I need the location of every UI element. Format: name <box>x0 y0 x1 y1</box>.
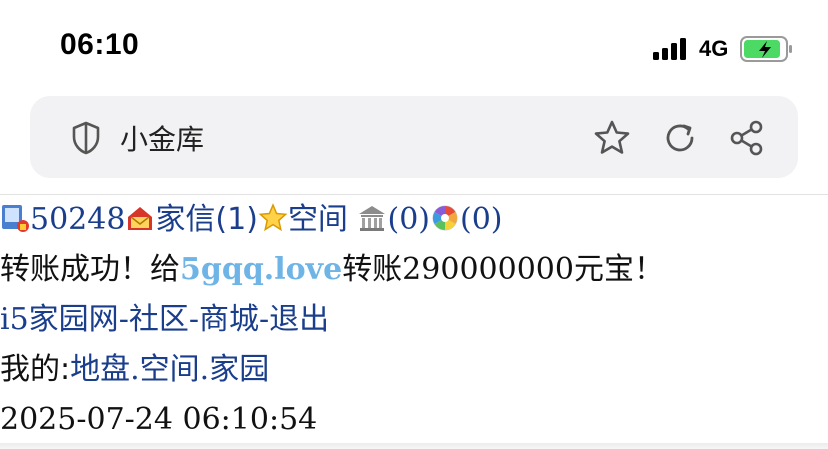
bottom-edge <box>0 443 828 449</box>
land-link[interactable]: 地盘 <box>70 352 130 387</box>
my-home-link[interactable]: 家园 <box>209 352 269 387</box>
battery-icon <box>740 36 792 62</box>
album-icon <box>432 205 458 231</box>
network-type: 4G <box>699 36 729 61</box>
logout-link[interactable]: 退出 <box>269 302 329 337</box>
message-suffix: 转账290000000元宝！ <box>342 252 664 287</box>
message-prefix: 转账成功！给 <box>0 252 180 287</box>
my-links: 我的:地盘.空间.家园 <box>0 350 269 390</box>
home-link[interactable]: i5家园网 <box>0 302 119 337</box>
status-time: 06:10 <box>60 28 140 61</box>
shield-icon[interactable] <box>70 120 102 156</box>
star-badge-icon <box>258 203 288 232</box>
user-id-link[interactable]: 50248 <box>30 202 125 237</box>
mine-label: 我的: <box>0 352 71 387</box>
page-title[interactable]: 小金库 <box>120 118 204 158</box>
site-links: i5家园网-社区-商城-退出 <box>0 300 329 340</box>
transfer-message: 转账成功！给5gqq.love转账290000000元宝！ <box>0 250 664 290</box>
recipient-name: 5gqq.love <box>180 252 343 287</box>
dot-separator: . <box>199 352 210 387</box>
share-icon[interactable] <box>727 118 767 158</box>
nav-row: 50248 家信(1) 空间 (0) (0) <box>0 200 502 240</box>
reload-icon[interactable] <box>660 118 700 158</box>
link-separator: - <box>118 302 129 337</box>
mall-link[interactable]: 商城 <box>199 302 259 337</box>
user-icon <box>2 205 29 232</box>
mail-icon <box>128 207 153 230</box>
album-link[interactable]: (0) <box>460 202 503 237</box>
bank-link[interactable]: (0) <box>387 202 430 237</box>
status-bar: 06:10 4G <box>0 0 828 96</box>
link-separator: - <box>258 302 270 337</box>
toolbar-divider <box>0 194 828 195</box>
link-separator: - <box>188 302 199 337</box>
signal-icon <box>653 38 686 60</box>
timestamp: 2025-07-24 06:10:54 <box>0 402 318 437</box>
space-link[interactable]: 空间 <box>288 202 348 237</box>
dot-separator: . <box>130 352 140 387</box>
star-icon[interactable] <box>592 118 632 158</box>
community-link[interactable]: 社区 <box>129 302 189 337</box>
my-space-link[interactable]: 空间 <box>140 352 200 387</box>
mail-link[interactable]: 家信(1) <box>155 202 258 237</box>
bank-icon <box>359 206 386 231</box>
